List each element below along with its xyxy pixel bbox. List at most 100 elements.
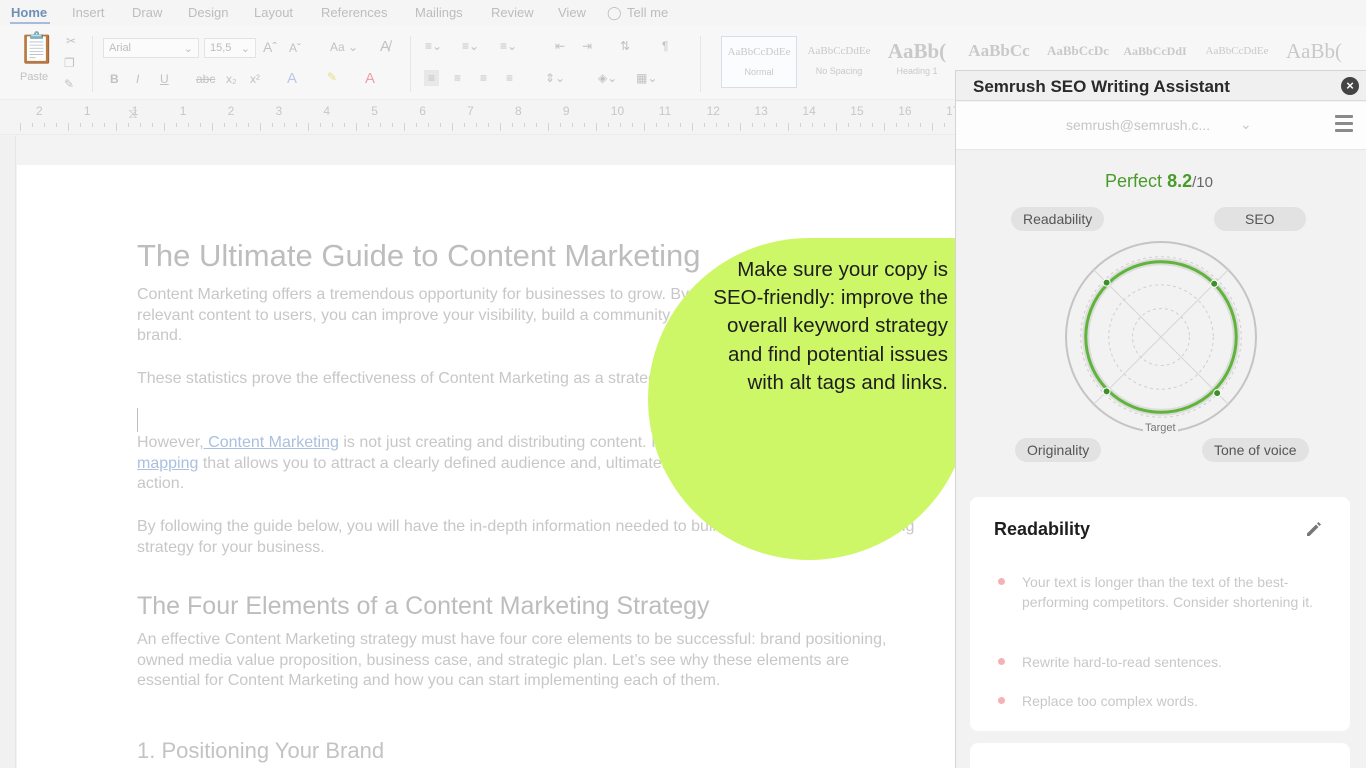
ruler-tick xyxy=(296,123,297,127)
ruler-tick xyxy=(836,123,837,131)
ruler-tick xyxy=(800,123,801,127)
ruler-tick xyxy=(80,123,81,127)
ruler-tick xyxy=(440,123,441,127)
pencil-icon[interactable] xyxy=(1304,519,1324,539)
ruler-tick xyxy=(236,123,237,127)
tab-mailings[interactable]: Mailings xyxy=(415,5,463,20)
copy-icon[interactable]: ❐ xyxy=(64,56,75,70)
ruler-tick xyxy=(488,123,489,127)
close-icon[interactable]: × xyxy=(1341,77,1359,95)
align-left-button[interactable]: ≡ xyxy=(424,70,440,86)
font-name-value: Arial xyxy=(109,42,132,54)
increase-indent-icon[interactable]: ⇥ xyxy=(582,39,592,53)
text-effects-icon[interactable]: A xyxy=(287,70,297,87)
ruler-tick xyxy=(812,123,813,127)
tab-view[interactable]: View xyxy=(558,5,586,20)
clear-formatting-icon[interactable]: A̸ xyxy=(380,38,390,55)
ruler-tick xyxy=(320,123,321,127)
tone-of-voice-metric-pill[interactable]: Tone of voice xyxy=(1202,438,1309,462)
align-center-button[interactable]: ≡ xyxy=(454,71,461,85)
cut-icon[interactable]: ✂ xyxy=(66,34,76,48)
score-max: /10 xyxy=(1192,174,1213,191)
originality-point xyxy=(1102,387,1111,396)
tab-insert[interactable]: Insert xyxy=(72,5,105,20)
ruler-tick xyxy=(572,123,573,127)
justify-button[interactable]: ≡ xyxy=(506,71,513,85)
ruler-tick xyxy=(188,123,189,127)
issue-text: Replace too complex words. xyxy=(1022,693,1198,709)
ruler-tick xyxy=(464,123,465,127)
style-no-spacing[interactable]: AaBbCcDdEe No Spacing xyxy=(801,36,877,88)
change-case-icon[interactable]: Aa ⌄ xyxy=(330,40,358,54)
underline-button[interactable]: U xyxy=(160,72,169,86)
ruler-number: 8 xyxy=(515,104,522,118)
borders-icon[interactable]: ▦⌄ xyxy=(636,71,657,85)
readability-card[interactable]: Readability Your text is longer than the… xyxy=(970,497,1350,731)
chevron-down-icon: ⌄ xyxy=(183,43,193,55)
ruler-tick xyxy=(608,123,609,127)
font-color-icon[interactable]: A xyxy=(365,70,375,87)
tell-me-search[interactable]: Tell me xyxy=(627,5,668,20)
next-card[interactable] xyxy=(970,743,1350,768)
font-size-select[interactable]: 15,5 ⌄ xyxy=(204,38,256,58)
ruler-tick xyxy=(704,123,705,127)
tab-home[interactable]: Home xyxy=(11,5,47,20)
indent-marker[interactable]: ⧖ xyxy=(128,105,138,122)
seo-point xyxy=(1210,279,1219,288)
tab-review[interactable]: Review xyxy=(491,5,534,20)
shading-icon[interactable]: ◈⌄ xyxy=(598,71,617,85)
pilcrow-icon[interactable]: ¶ xyxy=(662,39,668,53)
format-painter-icon[interactable]: ✎ xyxy=(64,77,74,91)
ruler-number: 13 xyxy=(754,104,768,118)
score-value: 8.2 xyxy=(1167,171,1193,191)
paste-icon[interactable]: 📋 xyxy=(18,34,55,64)
bold-button[interactable]: B xyxy=(110,72,119,86)
ruler-tick xyxy=(884,123,885,131)
style-heading-1[interactable]: AaBb( Heading 1 xyxy=(881,36,953,88)
line-spacing-icon[interactable]: ⇕⌄ xyxy=(545,71,565,85)
readability-issue[interactable]: Replace too complex words. xyxy=(998,691,1318,713)
tab-layout[interactable]: Layout xyxy=(254,5,293,20)
ruler-tick xyxy=(848,123,849,127)
ruler-number: 14 xyxy=(802,104,816,118)
strikethrough-button[interactable]: abc xyxy=(196,72,215,86)
readability-issue[interactable]: Rewrite hard-to-read sentences. xyxy=(998,652,1318,674)
superscript-button[interactable]: x² xyxy=(250,72,260,86)
numbering-icon[interactable]: ≡⌄ xyxy=(462,39,479,53)
ruler-tick xyxy=(692,123,693,131)
style-name: No Spacing xyxy=(815,66,863,76)
text-run: However, xyxy=(137,434,204,451)
font-name-select[interactable]: Arial ⌄ xyxy=(103,38,199,58)
ruler-tick xyxy=(908,123,909,127)
grow-font-icon[interactable]: Aˆ xyxy=(263,39,277,55)
readability-issue[interactable]: Your text is longer than the text of the… xyxy=(998,572,1318,636)
content-marketing-link[interactable]: Content Marketing xyxy=(204,434,339,451)
originality-metric-pill[interactable]: Originality xyxy=(1015,438,1102,462)
readability-metric-pill[interactable]: Readability xyxy=(1011,207,1105,231)
subscript-button[interactable]: x₂ xyxy=(226,72,237,86)
align-right-button[interactable]: ≡ xyxy=(480,71,487,85)
seo-metric-pill[interactable]: SEO xyxy=(1214,207,1306,231)
ruler-tick xyxy=(428,123,429,127)
account-selector[interactable]: semrush@semrush.c... xyxy=(1066,117,1210,133)
panel-title: Semrush SEO Writing Assistant xyxy=(973,77,1230,96)
tab-design[interactable]: Design xyxy=(188,5,228,20)
ruler-tick xyxy=(56,123,57,127)
ruler-tick xyxy=(560,123,561,127)
italic-button[interactable]: I xyxy=(136,72,139,86)
shrink-font-icon[interactable]: Aˇ xyxy=(289,41,301,55)
hamburger-menu-icon[interactable] xyxy=(1335,115,1353,133)
sort-icon[interactable]: ⇅ xyxy=(620,39,630,53)
chevron-down-icon[interactable]: ⌄ xyxy=(1240,116,1252,133)
vertical-ruler[interactable] xyxy=(0,136,16,768)
style-normal[interactable]: AaBbCcDdEe Normal xyxy=(721,36,797,88)
decrease-indent-icon[interactable]: ⇤ xyxy=(555,39,565,53)
bullets-icon[interactable]: ≡⌄ xyxy=(425,39,442,53)
subsection-heading: 1. Positioning Your Brand xyxy=(137,738,385,763)
multilevel-list-icon[interactable]: ≡⌄ xyxy=(500,39,517,53)
highlight-icon[interactable]: ✎ xyxy=(327,70,337,84)
ruler-tick xyxy=(752,123,753,127)
ruler-tick xyxy=(140,123,141,127)
tab-draw[interactable]: Draw xyxy=(132,5,162,20)
tab-references[interactable]: References xyxy=(321,5,387,20)
